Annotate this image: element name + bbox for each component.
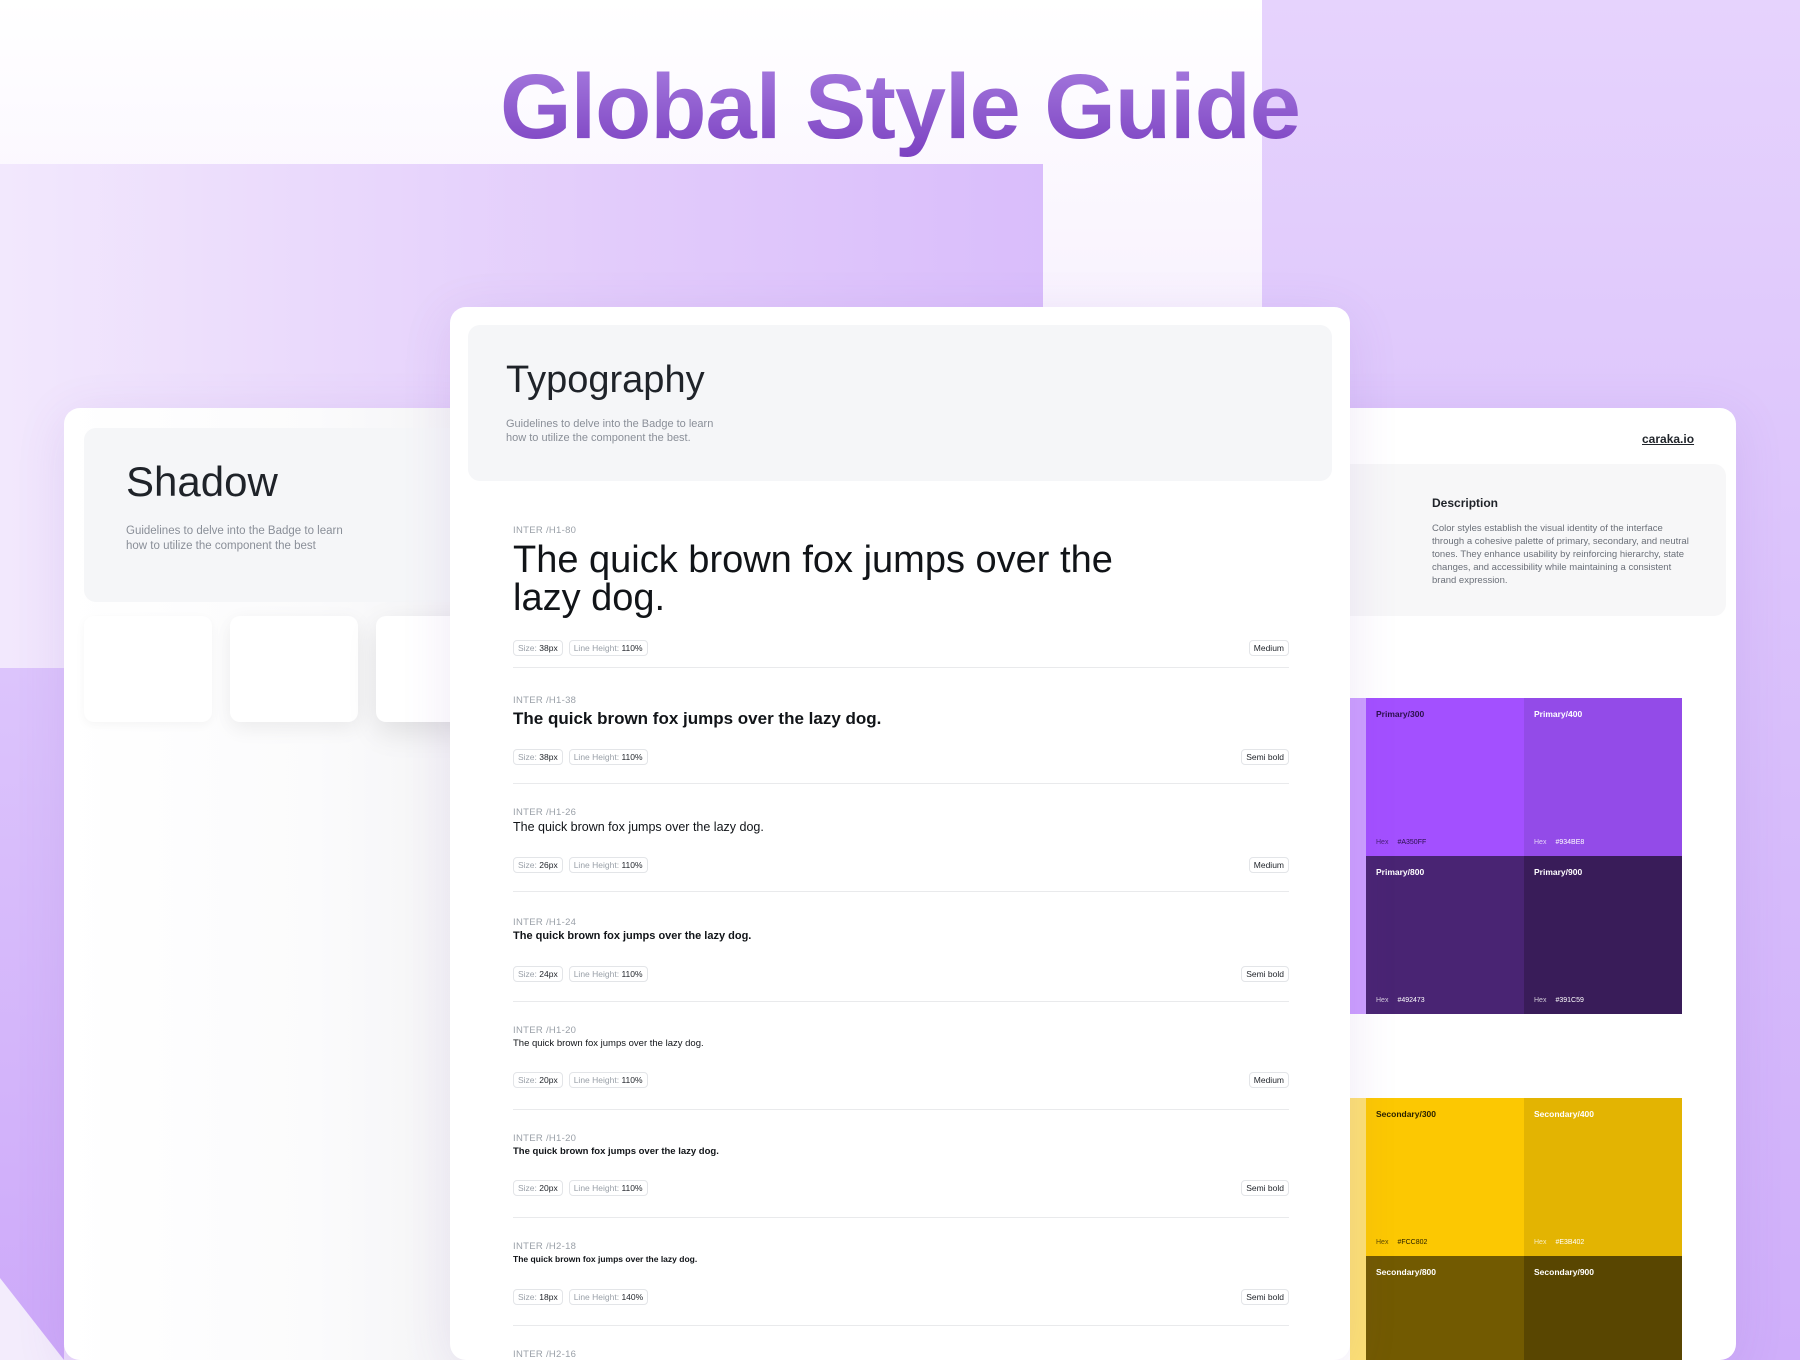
color-tile-name: Secondary/300 [1376,1109,1437,1119]
site-link[interactable]: caraka.io [1642,432,1694,446]
weight-chip: Medium [1248,857,1289,873]
color-tile-edge [1350,1098,1366,1360]
spec-meta: Size: 20px Line Height: 110% [513,1072,648,1088]
color-tile-name: Primary/300 [1376,709,1425,719]
line-height-chip: Line Height: 110% [568,1180,648,1196]
spec-sample-text: The quick brown fox jumps over the lazy … [513,1038,704,1049]
size-chip: Size: 24px [513,966,563,982]
background-panel-left [0,668,64,1360]
color-tile-edge [1350,698,1366,1014]
weight-chip: Medium [1248,640,1289,656]
color-tile-hex: Hex #934BE8 [1534,839,1585,846]
color-tile-hex: Hex #A350FF [1376,839,1427,846]
shadow-header [84,428,484,602]
spec-sample-text: The quick brown fox jumps over the lazy … [513,709,882,728]
shadow-description: Guidelines to delve into the Badge to le… [126,525,343,552]
color-tile-hex: Hex #492473 [1376,997,1425,1004]
color-tile: Primary/300 Hex #A350FF [1366,698,1524,856]
color-tile-hex: Hex #391C59 [1534,997,1584,1004]
spec-meta: Size: 26px Line Height: 110% [513,857,648,873]
line-height-chip: Line Height: 110% [568,1072,648,1088]
spec-divider [513,783,1289,784]
spec-divider [513,1109,1289,1110]
color-tile: Primary/800 Hex #492473 [1366,856,1524,1014]
weight-chip: Medium [1248,1072,1289,1088]
line-height-chip: Line Height: 110% [568,966,648,982]
spec-divider [513,1001,1289,1002]
color-tile: Primary/900 Hex #391C59 [1524,856,1682,1014]
typography-card: Typography Guidelines to delve into the … [450,307,1350,1360]
color-tile: Secondary/300 Hex #FCC802 [1366,1098,1524,1256]
shadow-title: Shadow [126,458,278,505]
color-tile-name: Primary/400 [1534,709,1583,719]
color-tile-name: Primary/900 [1534,867,1583,877]
shadow-swatch [84,616,212,722]
spec-sample-text: The quick brown fox jumps over the lazy … [513,820,764,834]
typography-description: Guidelines to delve into the Badge to le… [506,418,714,444]
spec-label: INTER /H1-38 [513,695,577,706]
spec-divider [513,667,1289,668]
color-tile-hex: Hex #FCC802 [1376,1239,1428,1246]
color-tile: Secondary/900 [1524,1256,1682,1360]
size-chip: Size: 38px [513,640,563,656]
page-title: Global Style Guide [0,55,1800,160]
line-height-chip: Line Height: 140% [568,1289,649,1305]
line-height-chip: Line Height: 110% [568,749,648,765]
spec-sample-text: The quick brown fox jumps over the lazy … [513,1146,719,1157]
color-tile-name: Primary/800 [1376,867,1425,877]
spec-sample-text: The quick brown fox jumps over the lazy … [513,539,1113,619]
background-corner [0,1278,64,1360]
weight-chip: Semi bold [1241,966,1289,982]
shadow-swatch [230,616,358,722]
size-chip: Size: 20px [513,1072,563,1088]
size-chip: Size: 20px [513,1180,563,1196]
description-title: Description [1432,496,1499,510]
typography-title: Typography [506,359,705,401]
spec-meta: Size: 38px Line Height: 110% [513,749,648,765]
spec-label: INTER /H1-80 [513,525,577,536]
spec-divider [513,891,1289,892]
spec-label: INTER /H1-24 [513,917,577,928]
color-tile: Primary/400 Hex #934BE8 [1524,698,1682,856]
weight-chip: Semi bold [1241,749,1289,765]
description-box: Description Color styles establish the v… [1300,464,1726,616]
color-tile-hex: Hex #E3B402 [1534,1239,1585,1246]
color-tile: Secondary/400 Hex #E3B402 [1524,1098,1682,1256]
weight-chip: Semi bold [1241,1289,1289,1305]
spec-label: INTER /H1-20 [513,1025,577,1036]
spec-divider [513,1325,1289,1326]
spec-label: INTER /H2-16 [513,1349,577,1360]
color-tile-name: Secondary/900 [1534,1267,1595,1277]
spec-meta: Size: 18px Line Height: 140% [513,1289,649,1305]
weight-chip: Semi bold [1241,1180,1289,1196]
size-chip: Size: 26px [513,857,563,873]
color-tile-name: Secondary/400 [1534,1109,1595,1119]
description-text: Color styles establish the visual identi… [1432,523,1689,586]
color-card: caraka.io Description Color styles estab… [1300,408,1736,1360]
spec-label: INTER /H1-20 [513,1133,577,1144]
spec-sample-text: The quick brown fox jumps over the lazy … [513,1254,698,1264]
spec-divider [513,1217,1289,1218]
size-chip: Size: 18px [513,1289,563,1305]
typography-header: Typography Guidelines to delve into the … [468,325,1332,481]
line-height-chip: Line Height: 110% [568,857,648,873]
spec-meta: Size: 20px Line Height: 110% [513,1180,648,1196]
spec-meta: Size: 24px Line Height: 110% [513,966,648,982]
size-chip: Size: 38px [513,749,563,765]
line-height-chip: Line Height: 110% [568,640,648,656]
spec-sample-text: The quick brown fox jumps over the lazy … [513,930,752,942]
color-tile: Secondary/800 [1366,1256,1524,1360]
color-tile-name: Secondary/800 [1376,1267,1437,1277]
spec-meta: Size: 38px Line Height: 110% [513,640,648,656]
spec-label: INTER /H2-18 [513,1241,577,1252]
spec-label: INTER /H1-26 [513,807,577,818]
